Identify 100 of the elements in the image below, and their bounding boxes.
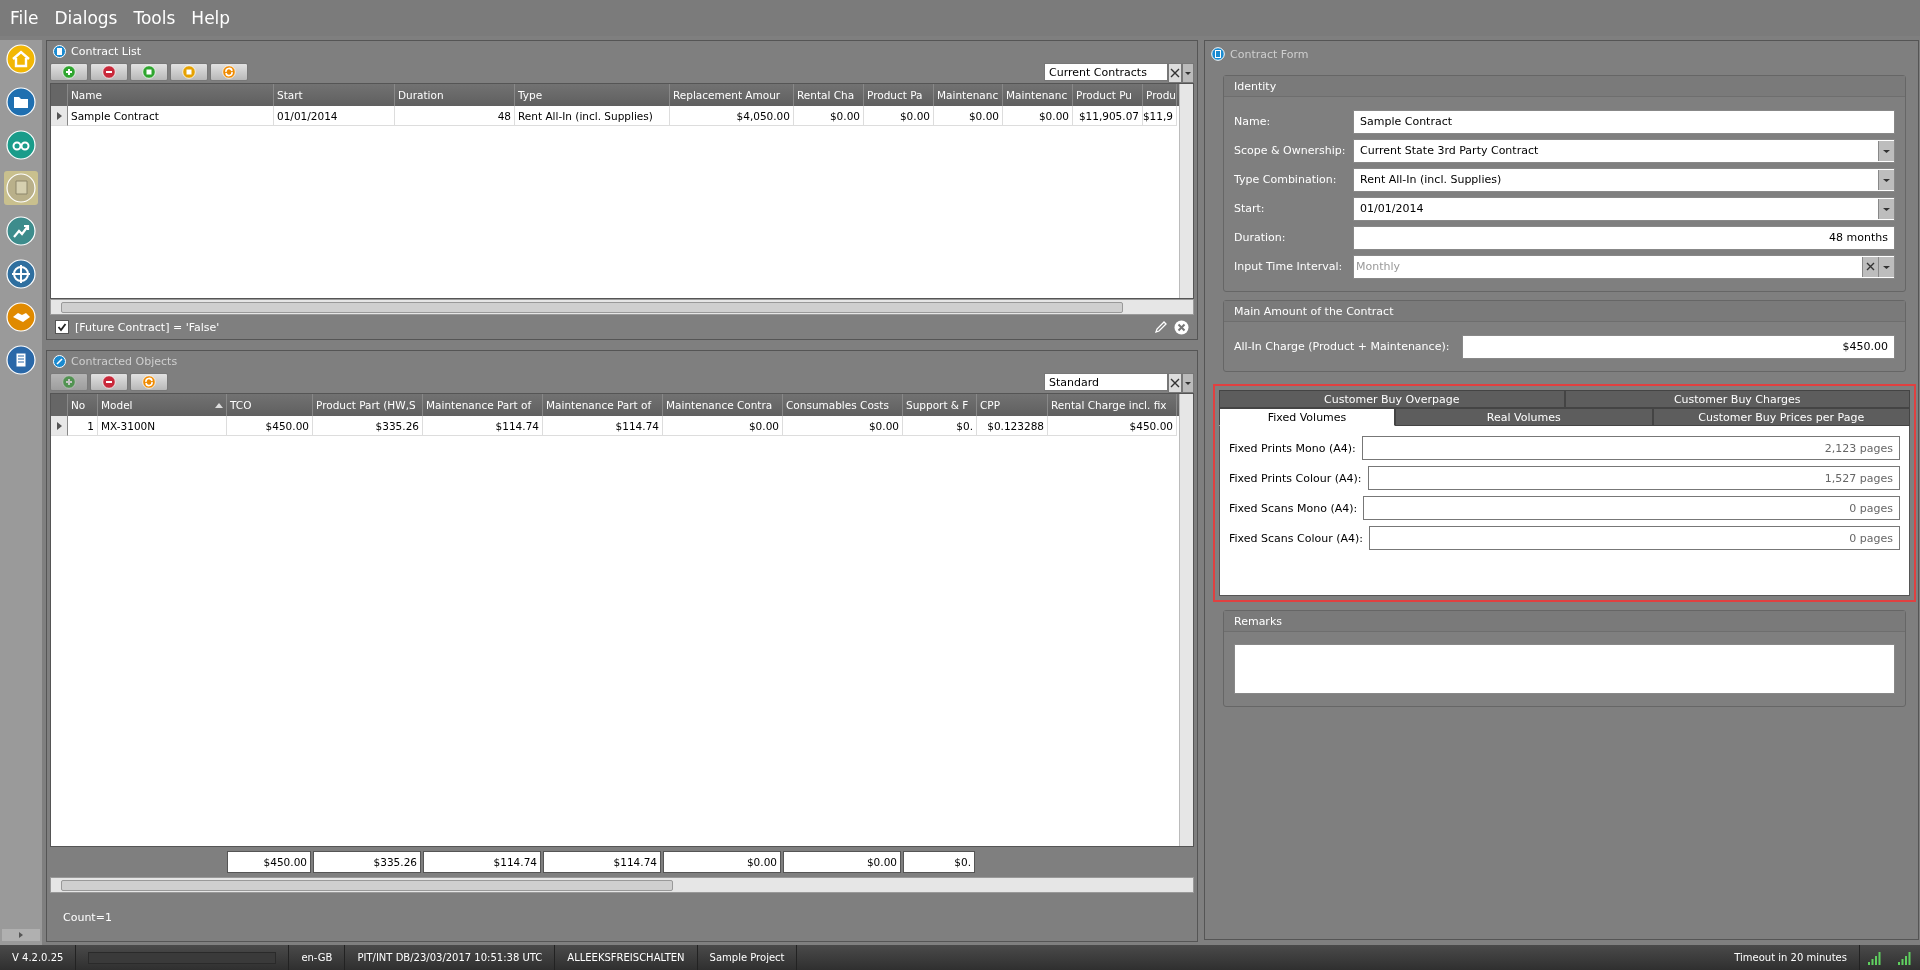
checkbox[interactable] [55, 320, 69, 334]
total-cell: $114.74 [423, 851, 541, 873]
column-header[interactable]: Product Part (HW,S [313, 394, 423, 416]
clear-icon[interactable] [1168, 63, 1182, 83]
table-cell: Rent All-In (incl. Supplies) [515, 106, 670, 126]
input-field[interactable]: Monthly [1353, 254, 1895, 279]
toolbar-button[interactable] [130, 373, 168, 391]
sidebar-icon [6, 87, 36, 117]
list-icon [53, 44, 66, 58]
column-header[interactable]: Duration [395, 84, 515, 106]
dropdown-icon[interactable] [1878, 256, 1894, 277]
close-icon[interactable] [1174, 319, 1189, 335]
scrollbar[interactable] [50, 299, 1194, 315]
menu-item[interactable]: Dialogs [54, 8, 118, 28]
field-label: Scope & Ownership: [1234, 144, 1347, 157]
column-header[interactable]: Rental Cha [794, 84, 864, 106]
tab[interactable]: Customer Buy Overpage [1219, 390, 1565, 408]
column-header[interactable]: No [68, 394, 98, 416]
add-icon [62, 375, 76, 389]
column-header[interactable]: Model [98, 394, 227, 416]
sidebar-item[interactable] [4, 343, 38, 377]
table-cell: $335.26 [313, 416, 423, 436]
locale-text: en-GB [289, 945, 346, 970]
toolbar-button[interactable] [90, 373, 128, 391]
toolbar-button[interactable] [170, 63, 208, 81]
dropdown-icon[interactable] [1878, 140, 1894, 161]
menu-item[interactable]: File [10, 8, 39, 28]
version-text: V 4.2.0.25 [0, 945, 77, 970]
scrollbar[interactable] [50, 877, 1194, 893]
field-label: Start: [1234, 202, 1266, 215]
menu-item[interactable]: Help [191, 8, 231, 28]
column-header[interactable]: Type [515, 84, 670, 106]
group-title: Main Amount of the Contract [1224, 301, 1905, 322]
clear-icon[interactable] [1862, 256, 1878, 277]
group-title: Remarks [1224, 611, 1905, 632]
total-cell: $0. [903, 851, 975, 873]
toolbar-button[interactable] [210, 63, 248, 81]
signal-icon [1868, 950, 1882, 965]
table-cell: $0.00 [934, 106, 1003, 126]
clear-icon[interactable] [1168, 373, 1182, 393]
table-cell: $0. [903, 416, 977, 436]
column-header[interactable]: Replacement Amour [670, 84, 794, 106]
sidebar-item[interactable] [4, 214, 38, 248]
toolbar-button[interactable] [130, 63, 168, 81]
tab[interactable]: Customer Buy Charges [1564, 390, 1910, 408]
table-cell: $114.74 [543, 416, 663, 436]
dropdown-icon[interactable] [1878, 169, 1894, 190]
column-header[interactable]: Product Pa [864, 84, 934, 106]
column-header[interactable]: Maintenance Part of [423, 394, 543, 416]
sidebar-icon [6, 130, 36, 160]
input-field[interactable]: 01/01/2014 [1353, 196, 1895, 221]
remarks-field[interactable] [1234, 644, 1895, 694]
tab[interactable]: Real Volumes [1395, 408, 1653, 426]
column-header[interactable]: Rental Charge incl. fix [1048, 394, 1177, 416]
column-header[interactable]: Maintenanc [934, 84, 1003, 106]
sidebar-item[interactable] [4, 42, 38, 76]
column-header[interactable]: Start [274, 84, 395, 106]
pencil-icon[interactable] [1154, 320, 1168, 334]
column-header[interactable]: TCO [227, 394, 313, 416]
input-field[interactable]: Sample Contract [1353, 109, 1895, 134]
menu-item[interactable]: Tools [133, 8, 176, 28]
input-field[interactable]: 2,123 pages [1361, 436, 1900, 460]
dropdown-icon[interactable] [1878, 198, 1894, 219]
dropdown-icon[interactable] [1182, 63, 1194, 83]
input-field[interactable]: 0 pages [1363, 496, 1900, 520]
dropdown-icon[interactable] [1182, 373, 1194, 393]
view-field[interactable]: Current Contracts [1044, 63, 1168, 81]
sidebar-item[interactable] [4, 128, 38, 162]
total-cell: $0.00 [783, 851, 901, 873]
column-header[interactable]: Produ [1143, 84, 1177, 106]
column-header[interactable]: Consumables Costs [783, 394, 903, 416]
column-header[interactable]: CPP [977, 394, 1048, 416]
user-text: ALLEEKSFREISCHALTEN [555, 945, 698, 970]
sidebar-item[interactable] [4, 171, 38, 205]
input-field[interactable]: Current State 3rd Party Contract [1353, 138, 1895, 163]
tab[interactable]: Customer Buy Prices per Page [1652, 408, 1910, 426]
sidebar-item[interactable] [4, 300, 38, 334]
total-cell: $450.00 [227, 851, 311, 873]
sidebar-item[interactable] [4, 85, 38, 119]
column-header[interactable]: Maintenance Part of [543, 394, 663, 416]
add-icon [62, 65, 76, 79]
input-field[interactable]: 1,527 pages [1367, 466, 1900, 490]
input-field[interactable]: 48 months [1353, 225, 1895, 250]
field-label: Fixed Prints Mono (A4): [1229, 441, 1356, 455]
tab[interactable]: Fixed Volumes [1219, 408, 1395, 426]
input-field[interactable]: $450.00 [1462, 334, 1895, 359]
input-field[interactable]: 0 pages [1369, 526, 1900, 550]
column-header[interactable]: Maintenance Contra [663, 394, 783, 416]
scrollbar[interactable] [1179, 84, 1193, 298]
toolbar-button[interactable] [50, 63, 88, 81]
column-header[interactable]: Name [68, 84, 274, 106]
toolbar-button[interactable] [90, 63, 128, 81]
view-field[interactable]: Standard [1044, 373, 1168, 391]
sidebar-item[interactable] [4, 257, 38, 291]
column-header[interactable]: Product Pu [1073, 84, 1143, 106]
column-header[interactable]: Maintenanc [1003, 84, 1073, 106]
scrollbar[interactable] [1179, 394, 1193, 846]
input-field[interactable]: Rent All-In (incl. Supplies) [1353, 167, 1895, 192]
table-cell: $450.00 [227, 416, 313, 436]
column-header[interactable]: Support & F [903, 394, 977, 416]
